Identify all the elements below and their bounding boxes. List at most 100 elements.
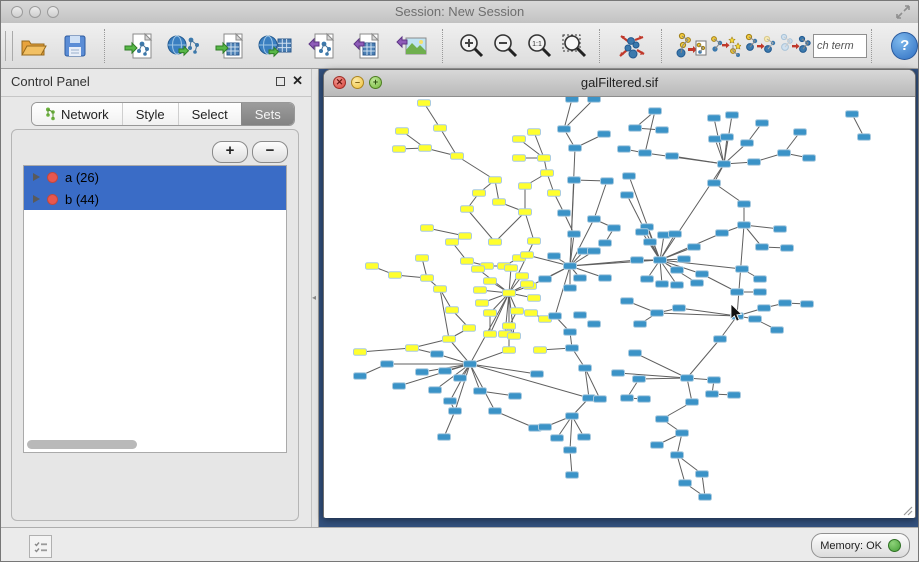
graph-node[interactable] [708,115,721,122]
graph-node[interactable] [588,248,601,255]
graph-node[interactable] [505,265,518,272]
graph-node[interactable] [696,471,709,478]
graph-node[interactable] [748,159,761,166]
graph-node[interactable] [538,155,551,162]
graph-node[interactable] [444,398,457,405]
graph-node[interactable] [649,108,662,115]
graph-node[interactable] [528,129,541,136]
close-panel-icon[interactable]: ✕ [292,73,303,89]
graph-node[interactable] [528,295,541,302]
graph-node[interactable] [446,307,459,314]
graph-node[interactable] [484,331,497,338]
graph-node[interactable] [656,416,669,423]
graph-node[interactable] [778,150,791,157]
graph-node[interactable] [393,146,406,153]
graph-node[interactable] [846,111,859,118]
graph-node[interactable] [599,275,612,282]
graph-node[interactable] [679,480,692,487]
memory-status-button[interactable]: Memory: OK [811,533,910,558]
graph-node[interactable] [558,210,571,217]
graph-node[interactable] [579,365,592,372]
graph-node[interactable] [754,289,767,296]
graph-node[interactable] [484,278,497,285]
tab-network[interactable]: Network [32,103,122,125]
graph-node[interactable] [671,282,684,289]
graph-node[interactable] [639,150,652,157]
graph-node[interactable] [474,287,487,294]
graph-node[interactable] [771,327,784,334]
graph-node[interactable] [464,361,477,368]
graph-node[interactable] [474,388,487,395]
graph-node[interactable] [531,371,544,378]
graph-node[interactable] [633,376,646,383]
graph-node[interactable] [618,146,631,153]
save-session-button[interactable] [54,26,96,66]
graph-node[interactable] [756,120,769,127]
graph-node[interactable] [558,126,571,133]
graph-node[interactable] [516,273,529,280]
graph-node[interactable] [566,345,579,352]
graph-node[interactable] [389,272,402,279]
graph-node[interactable] [566,413,579,420]
help-button[interactable]: ? [891,32,918,60]
graph-node[interactable] [631,257,644,264]
graph-node[interactable] [706,391,719,398]
graph-node[interactable] [781,245,794,252]
graph-node[interactable] [366,263,379,270]
graph-node[interactable] [621,298,634,305]
graph-node[interactable] [419,145,432,152]
graph-node[interactable] [548,190,561,197]
graph-node[interactable] [473,190,486,197]
expand-arrow-icon[interactable] [33,173,40,181]
graph-node[interactable] [779,300,792,307]
graph-node[interactable] [548,253,561,260]
remove-set-button[interactable]: − [252,141,288,163]
graph-node[interactable] [519,183,532,190]
graph-node[interactable] [699,494,712,501]
graph-node[interactable] [521,252,534,259]
graph-node[interactable] [638,396,651,403]
graph-node[interactable] [726,112,739,119]
graph-node[interactable] [801,301,814,308]
zoom-in-button[interactable] [454,26,488,66]
search-input[interactable] [813,34,867,58]
set-row-a[interactable]: a (26) [24,166,286,188]
tab-style[interactable]: Style [122,103,178,125]
show-all-button[interactable] [778,26,813,66]
graph-node[interactable] [641,276,654,283]
graph-node[interactable] [686,399,699,406]
graph-node[interactable] [636,229,649,236]
graph-node[interactable] [678,256,691,263]
graph-node[interactable] [656,281,669,288]
graph-node[interactable] [598,131,611,138]
tab-sets[interactable]: Sets [241,103,294,125]
graph-node[interactable] [421,275,434,282]
graph-node[interactable] [511,308,524,315]
graph-node[interactable] [549,313,562,320]
graph-node[interactable] [418,100,431,107]
graph-node[interactable] [594,396,607,403]
graph-node[interactable] [754,276,767,283]
graph-node[interactable] [691,280,704,287]
graph-node[interactable] [728,392,741,399]
resize-grip[interactable] [899,502,913,516]
graph-node[interactable] [461,206,474,213]
float-panel-icon[interactable] [276,77,285,86]
graph-node[interactable] [438,434,451,441]
graph-node[interactable] [803,155,816,162]
graph-node[interactable] [564,263,577,270]
zoom-fit-selected-button[interactable] [556,26,590,66]
graph-node[interactable] [709,136,722,143]
tab-select[interactable]: Select [178,103,241,125]
graph-node[interactable] [651,310,664,317]
graph-node[interactable] [566,472,579,479]
task-history-button[interactable] [29,535,52,558]
graph-node[interactable] [513,155,526,162]
graph-node[interactable] [539,424,552,431]
graph-node[interactable] [393,383,406,390]
apply-layout-button[interactable] [611,26,653,66]
graph-node[interactable] [708,180,721,187]
graph-node[interactable] [629,350,642,357]
graph-node[interactable] [566,97,579,102]
graph-node[interactable] [513,136,526,143]
